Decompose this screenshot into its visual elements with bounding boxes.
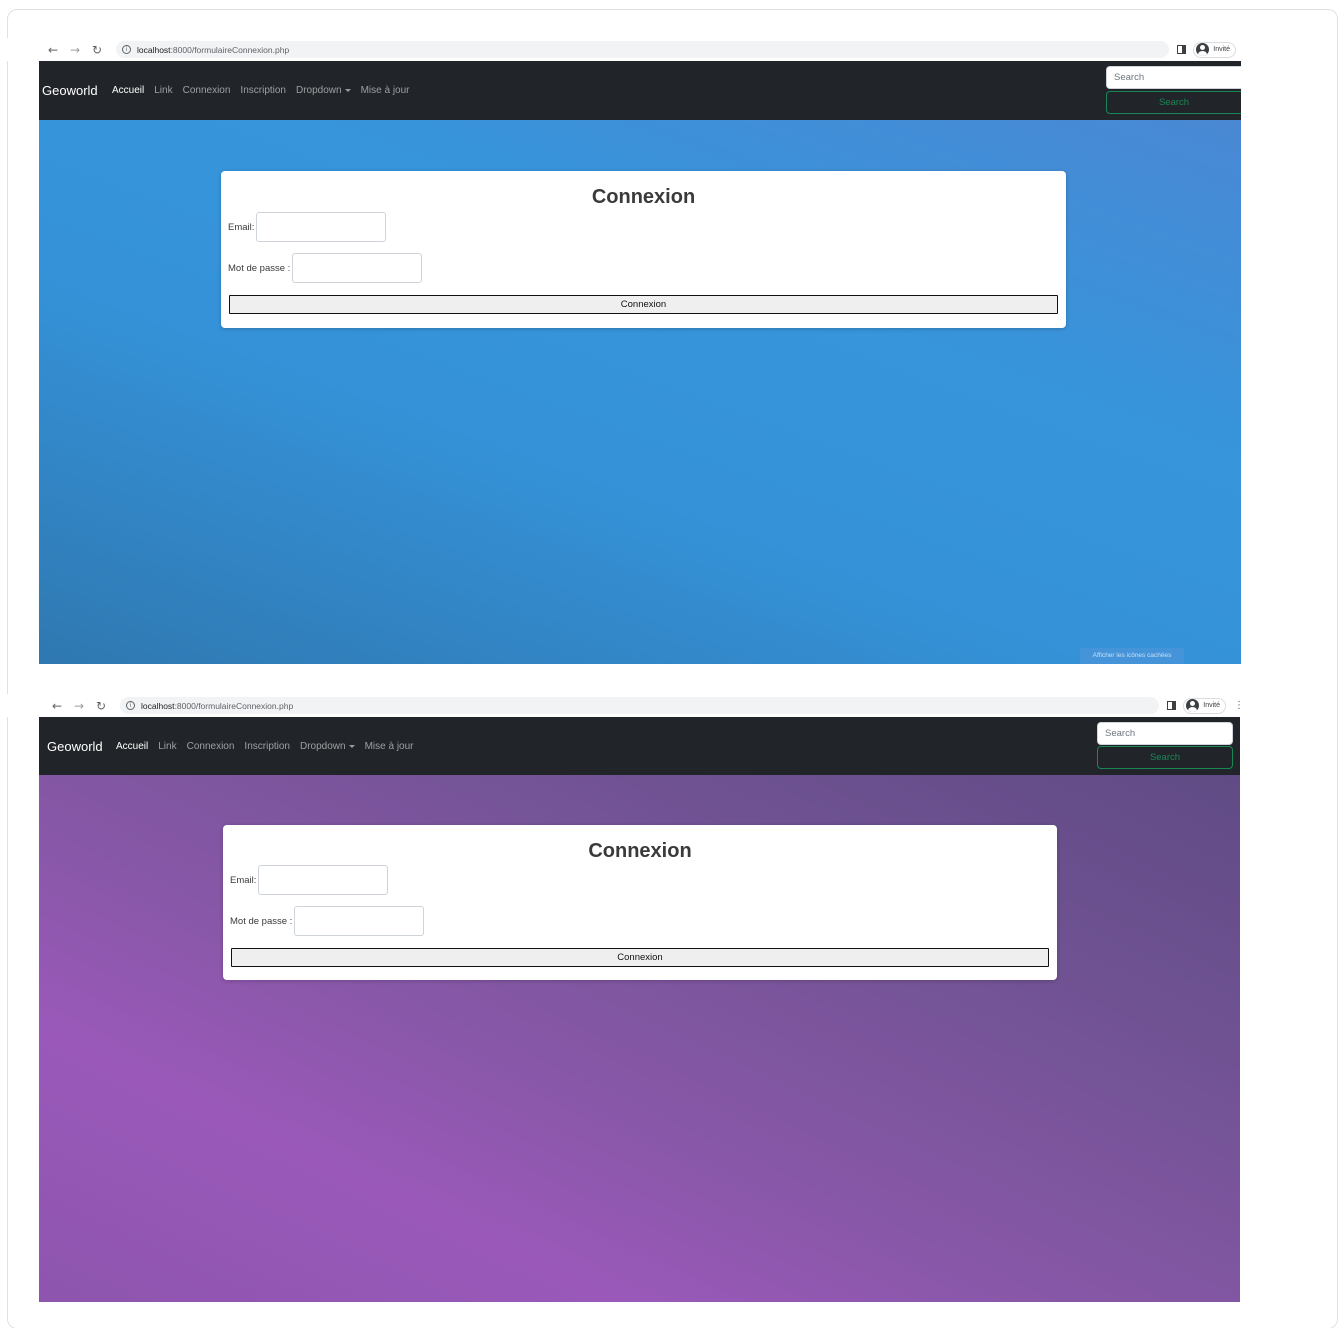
navbar-brand[interactable]: Geoworld xyxy=(42,83,98,98)
nav-link-connexion[interactable]: Connexion xyxy=(187,741,235,752)
password-row: Mot de passe : xyxy=(228,253,423,283)
main-background: Connexion Email: Mot de passe : Connexio… xyxy=(39,120,1241,664)
nav-links: Accueil Link Connexion Inscription Dropd… xyxy=(112,85,420,96)
reload-icon[interactable]: ↻ xyxy=(86,43,108,57)
info-icon[interactable]: i xyxy=(126,701,135,710)
main-background: Connexion Email: Mot de passe : Connexio… xyxy=(39,775,1240,1302)
profile-label: Invité xyxy=(1213,46,1230,53)
arrow-left-icon[interactable]: ← xyxy=(42,43,64,57)
url-path: :8000/formulaireConnexion.php xyxy=(174,700,294,711)
nav-dropdown[interactable]: Dropdown xyxy=(296,85,351,96)
reload-icon[interactable]: ↻ xyxy=(90,699,112,713)
search-input[interactable]: Search xyxy=(1106,66,1241,89)
profile-icon xyxy=(1186,699,1200,712)
url-host: localhost xyxy=(141,700,175,711)
address-bar[interactable]: i localhost:8000/formulaireConnexion.php xyxy=(120,697,1160,714)
arrow-left-icon[interactable]: ← xyxy=(46,699,68,713)
search-button[interactable]: Search xyxy=(1106,91,1241,114)
profile-button[interactable]: Invité xyxy=(1183,697,1226,714)
profile-button[interactable]: Invité xyxy=(1193,41,1236,58)
nav-link-accueil[interactable]: Accueil xyxy=(112,85,144,96)
password-label: Mot de passe : xyxy=(230,915,293,927)
arrow-right-icon[interactable]: → xyxy=(68,699,90,713)
kebab-menu-icon[interactable]: ⋮ xyxy=(1234,700,1244,711)
password-field[interactable] xyxy=(294,906,425,936)
card-title: Connexion xyxy=(591,186,696,208)
navbar: Geoworld Accueil Link Connexion Inscript… xyxy=(39,61,1241,120)
arrow-right-icon[interactable]: → xyxy=(64,43,86,57)
url-host: localhost xyxy=(137,44,171,55)
email-row: Email: xyxy=(230,865,389,895)
nav-dropdown-label: Dropdown xyxy=(296,85,342,96)
nav-link-connexion[interactable]: Connexion xyxy=(183,85,231,96)
login-card: Connexion Email: Mot de passe : Connexio… xyxy=(221,171,1066,328)
screenshot-blue: ← → ↻ i localhost:8000/formulaireConnexi… xyxy=(0,38,1241,664)
nav-dropdown-label: Dropdown xyxy=(300,741,346,752)
email-label: Email: xyxy=(230,874,257,886)
password-row: Mot de passe : xyxy=(230,906,425,936)
info-icon[interactable]: i xyxy=(122,45,131,54)
side-panel-icon[interactable] xyxy=(1177,45,1187,54)
side-panel-icon[interactable] xyxy=(1167,701,1177,710)
email-row: Email: xyxy=(228,212,387,242)
caret-down-icon xyxy=(348,744,355,748)
card-title: Connexion xyxy=(588,840,692,862)
caret-down-icon xyxy=(344,88,351,92)
hidden-icons-tooltip: Afficher les icônes cachées xyxy=(1080,648,1184,664)
nav-dropdown[interactable]: Dropdown xyxy=(300,741,355,752)
screenshot-purple: ← → ↻ i localhost:8000/formulaireConnexi… xyxy=(0,694,1248,1302)
email-label: Email: xyxy=(228,221,255,233)
email-field[interactable] xyxy=(256,212,387,242)
nav-link-inscription[interactable]: Inscription xyxy=(244,741,290,752)
nav-links: Accueil Link Connexion Inscription Dropd… xyxy=(116,741,424,752)
nav-link-link[interactable]: Link xyxy=(154,85,172,96)
login-card: Connexion Email: Mot de passe : Connexio… xyxy=(223,825,1057,980)
login-button[interactable]: Connexion xyxy=(229,295,1058,314)
email-field[interactable] xyxy=(258,865,389,895)
nav-link-mise-a-jour[interactable]: Mise à jour xyxy=(365,741,414,752)
address-bar[interactable]: i localhost:8000/formulaireConnexion.php xyxy=(116,41,1170,58)
browser-toolbar: ← → ↻ i localhost:8000/formulaireConnexi… xyxy=(0,38,1240,61)
nav-link-accueil[interactable]: Accueil xyxy=(116,741,148,752)
navbar-brand[interactable]: Geoworld xyxy=(47,739,103,754)
nav-link-link[interactable]: Link xyxy=(158,741,176,752)
search-button[interactable]: Search xyxy=(1097,746,1233,769)
login-button[interactable]: Connexion xyxy=(231,948,1049,967)
nav-link-inscription[interactable]: Inscription xyxy=(240,85,286,96)
search-input[interactable]: Search xyxy=(1097,722,1233,745)
url-path: :8000/formulaireConnexion.php xyxy=(170,44,290,55)
profile-icon xyxy=(1196,43,1210,56)
navbar: Geoworld Accueil Link Connexion Inscript… xyxy=(39,717,1240,775)
password-field[interactable] xyxy=(292,253,423,283)
nav-link-mise-a-jour[interactable]: Mise à jour xyxy=(361,85,410,96)
profile-label: Invité xyxy=(1203,702,1220,709)
password-label: Mot de passe : xyxy=(228,262,291,274)
browser-toolbar: ← → ↻ i localhost:8000/formulaireConnexi… xyxy=(0,694,1248,717)
